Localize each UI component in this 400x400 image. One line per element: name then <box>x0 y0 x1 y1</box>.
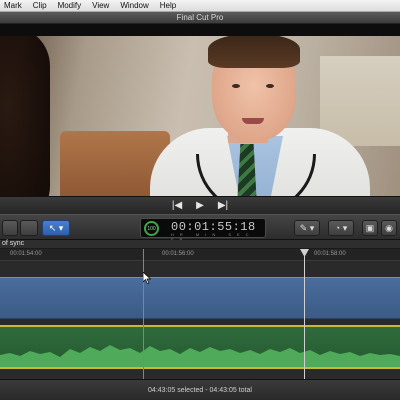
audio-clip[interactable] <box>0 325 400 369</box>
status-bar: 04:43:05 selected - 04:43:05 total <box>0 379 400 400</box>
foreground-hair <box>0 36 50 196</box>
right-eye <box>266 84 274 88</box>
video-frame <box>0 36 400 196</box>
sync-label: of sync <box>2 240 25 247</box>
left-eye <box>232 84 240 88</box>
menu-bar: Mark Clip Modify View Window Help <box>0 0 400 12</box>
ruler-label: 00:01:56:00 <box>162 251 194 257</box>
previous-frame-button[interactable]: |◀ <box>172 200 182 211</box>
window-title: Final Cut Pro <box>176 13 224 22</box>
ruler-label: 00:01:58:00 <box>314 251 346 257</box>
ruler-label: 00:01:54:00 <box>10 251 42 257</box>
transport-controls: |◀ ▶ ▶| <box>0 196 400 214</box>
video-clip[interactable] <box>0 277 400 319</box>
playhead[interactable] <box>143 249 144 379</box>
timeline-ruler[interactable]: 00:01:54:00 00:01:56:00 00:01:58:00 <box>0 249 400 261</box>
timeline[interactable] <box>0 261 400 379</box>
menu-mark[interactable]: Mark <box>4 1 22 10</box>
snapshot-button[interactable]: ◉ <box>381 220 397 236</box>
blade-tool-button[interactable]: ✎ ▾ <box>294 220 320 236</box>
index-button[interactable] <box>20 220 38 236</box>
clip-appearance-button[interactable] <box>2 220 18 236</box>
menu-modify[interactable]: Modify <box>58 1 82 10</box>
timeline-toolbar: ↖ ▾ 100 00:01:55:18 HR MIN SEC FR ✎ ▾ ◔ … <box>0 214 400 242</box>
select-tool-button[interactable]: ↖ ▾ <box>42 220 70 236</box>
mouse-pointer-icon <box>143 272 151 284</box>
window-title-bar: Final Cut Pro <box>0 12 400 24</box>
duration-summary: 04:43:05 selected - 04:43:05 total <box>148 386 252 394</box>
menu-view[interactable]: View <box>92 1 109 10</box>
next-frame-button[interactable]: ▶| <box>218 200 228 211</box>
menu-window[interactable]: Window <box>120 1 148 10</box>
play-button[interactable]: ▶ <box>196 200 204 211</box>
timecode-percent-badge: 100 <box>144 221 159 236</box>
menu-help[interactable]: Help <box>160 1 176 10</box>
effects-browser-button[interactable]: ▣ <box>362 220 378 236</box>
retime-button[interactable]: ◔ ▾ <box>328 220 354 236</box>
mouth <box>242 118 264 124</box>
menu-clip[interactable]: Clip <box>33 1 47 10</box>
skimmer-line <box>304 249 305 379</box>
stethoscope <box>196 154 316 196</box>
timecode-display[interactable]: 100 00:01:55:18 HR MIN SEC FR <box>140 218 266 242</box>
audio-waveform <box>0 345 400 367</box>
sync-warning-bar: of sync <box>0 240 400 249</box>
hair <box>208 36 300 68</box>
viewer[interactable] <box>0 24 400 196</box>
